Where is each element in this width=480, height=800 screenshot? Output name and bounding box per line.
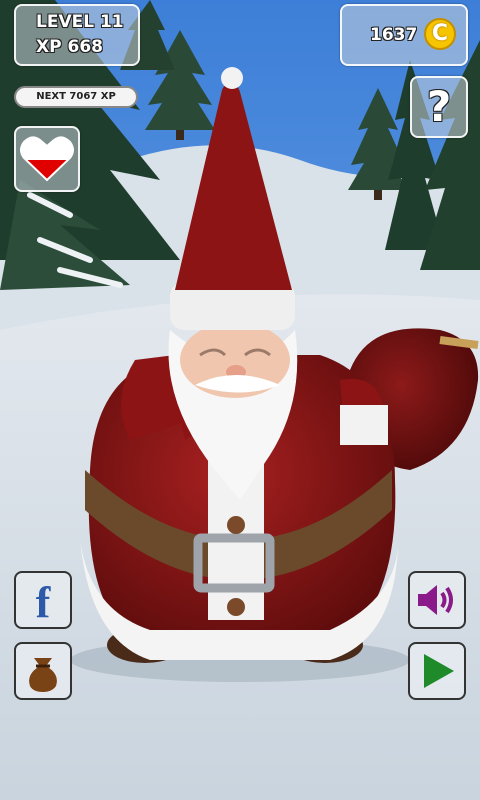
facebook-glyph: f [36,578,52,627]
help-button[interactable]: ? [410,76,468,138]
facebook-icon: f [36,578,52,627]
coin-icon: C [424,18,456,50]
xp-progress-bar: NEXT 7067 XP [14,86,138,108]
xp-label: XP 668 [36,37,103,57]
coin-panel: 1637 C [340,4,468,66]
coin-count: 1637 [370,25,418,45]
level-label: LEVEL 11 [36,12,124,32]
sound-icon [418,585,453,615]
play-button[interactable] [408,642,466,700]
help-icon: ? [426,82,452,131]
level-panel: LEVEL 11 XP 668 [14,4,140,66]
bag-icon [29,658,57,692]
heart-icon [20,136,74,182]
sound-toggle-button[interactable] [408,571,466,629]
inventory-bag-button[interactable] [14,642,72,700]
play-icon [424,654,454,688]
facebook-button[interactable]: f [14,571,72,629]
health-panel [14,126,80,192]
